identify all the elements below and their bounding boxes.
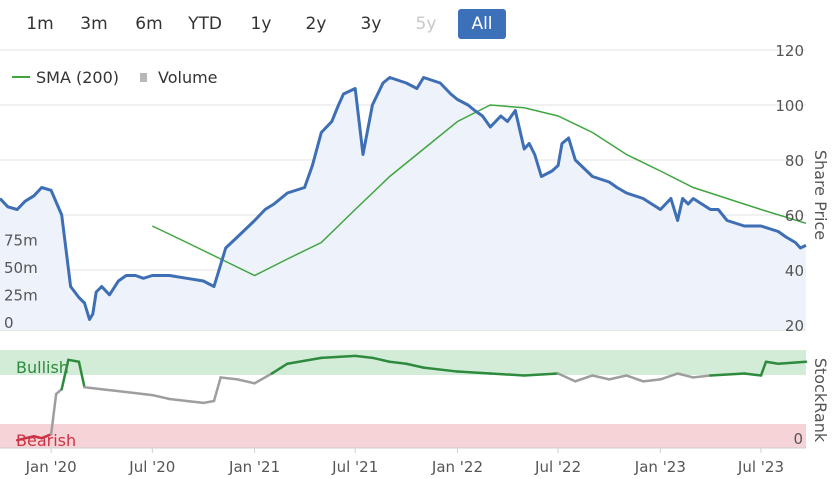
legend-volume-label: Volume	[158, 68, 218, 87]
price-tick-120: 120	[775, 42, 804, 60]
stockrank-segment	[117, 389, 154, 397]
stockrank-segment	[151, 393, 171, 401]
price-tick-80: 80	[785, 152, 804, 170]
stockrank-segment	[219, 376, 239, 381]
stockrank-segment	[691, 374, 712, 379]
x-tick-label: Jul '23	[737, 458, 784, 476]
stockrank-bands	[0, 350, 806, 449]
price-area	[0, 77, 806, 330]
x-tick-label: Jul '22	[534, 458, 581, 476]
x-tick-label: Jan '23	[634, 458, 686, 476]
legend: SMA (200) Volume	[12, 68, 218, 87]
stockrank-segment	[641, 378, 662, 383]
stockrank-segment	[185, 399, 205, 405]
volume-tick-50m: 50m	[4, 259, 38, 277]
stockrank-segment	[83, 385, 103, 391]
stockrank-segment	[625, 374, 645, 383]
price-tick-40: 40	[785, 262, 804, 280]
stockrank-segment	[236, 378, 256, 385]
legend-volume-swatch	[140, 73, 147, 82]
bearish-band	[0, 424, 806, 448]
stockrank-tick-0: 0	[793, 430, 803, 448]
x-tick-label: Jul '20	[128, 458, 175, 476]
x-tick-label: Jul '21	[331, 458, 378, 476]
price-tick-100: 100	[775, 97, 804, 115]
x-tick-label: Jan '21	[228, 458, 280, 476]
bullish-band-label: Bullish	[16, 358, 69, 377]
stockrank-segment	[168, 397, 189, 403]
volume-tick-25m: 25m	[4, 287, 38, 305]
x-tick-label: Jan '22	[431, 458, 483, 476]
volume-tick-0: 0	[4, 314, 14, 332]
stock-chart: 20 40 60 80 100 120 0 25m 50m 75m Jan '20 Jul '20 Ja…	[0, 42, 830, 476]
stockrank-axis-title: StockRank	[811, 358, 830, 443]
stockrank-segment	[607, 374, 628, 381]
stockrank-segment	[591, 374, 611, 381]
stockrank-segment	[574, 374, 594, 383]
bearish-band-label: Bearish	[16, 431, 76, 450]
price-axis-title: Share Price	[811, 150, 830, 240]
stockrank-segment	[202, 399, 216, 405]
x-tick-label: Jan '20	[25, 458, 77, 476]
stockrank-segment	[212, 376, 222, 403]
price-tick-20: 20	[785, 317, 804, 335]
legend-sma-label: SMA (200)	[36, 68, 119, 87]
volume-tick-75m: 75m	[4, 232, 38, 250]
price-tick-60: 60	[785, 207, 804, 225]
stockrank-segment	[100, 387, 120, 393]
